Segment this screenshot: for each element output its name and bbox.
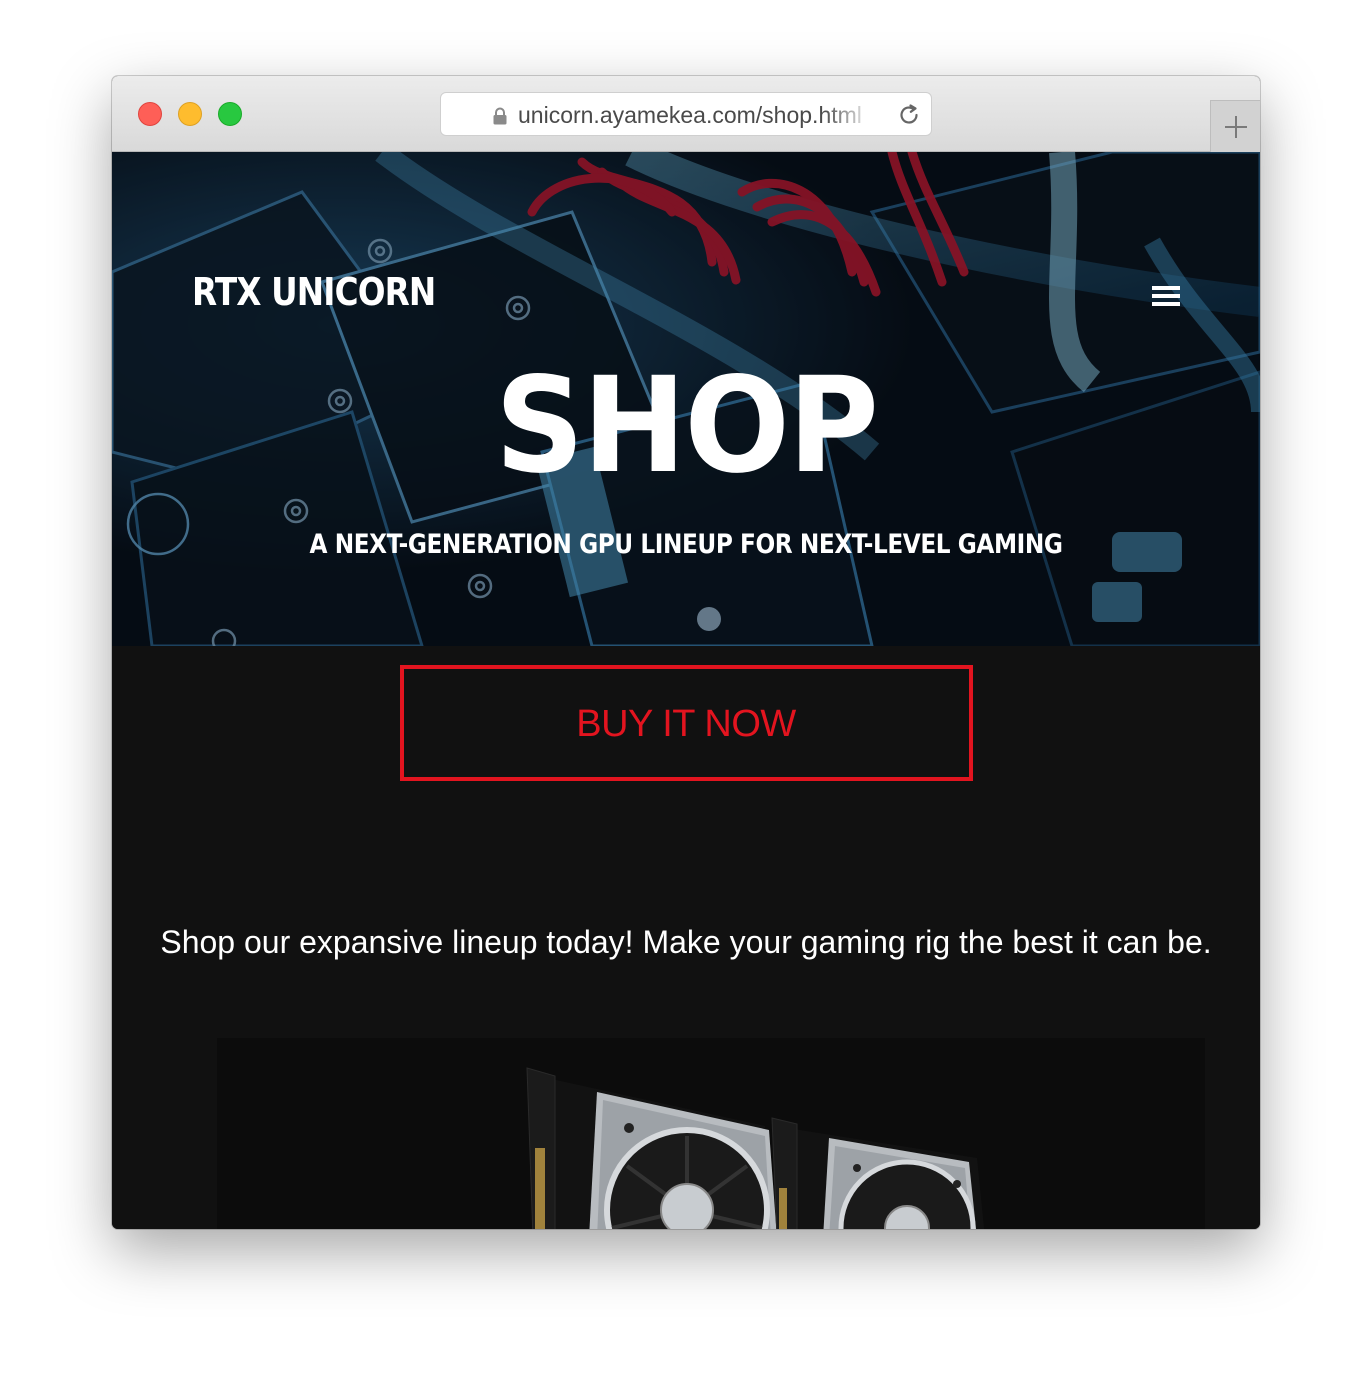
hamburger-menu-icon[interactable]: [1152, 282, 1180, 310]
minimize-window-button[interactable]: [178, 102, 202, 126]
gpu-cards-image: [217, 1038, 1205, 1229]
zoom-window-button[interactable]: [218, 102, 242, 126]
site-logo[interactable]: RTX UNICORN: [192, 270, 436, 314]
buy-it-now-button[interactable]: [400, 665, 973, 781]
lock-icon: [493, 107, 507, 125]
hero-subtitle: A NEXT-GENERATION GPU LINEUP FOR NEXT-LE…: [309, 529, 1063, 560]
page-content: RTX UNICORN SHOP A NEXT-GENERATION GPU L…: [112, 152, 1260, 1229]
hero-section: RTX UNICORN SHOP A NEXT-GENERATION GPU L…: [112, 152, 1260, 646]
browser-window: unicorn.ayamekea.com/shop.html RTX UNICO…: [112, 76, 1260, 1229]
product-image: [217, 1038, 1205, 1229]
browser-titlebar: unicorn.ayamekea.com/shop.html: [112, 76, 1260, 152]
address-bar[interactable]: unicorn.ayamekea.com/shop.html: [440, 92, 932, 136]
intro-text: Shop our expansive lineup today! Make yo…: [160, 924, 1212, 960]
page-title: SHOP: [494, 349, 879, 503]
reload-icon[interactable]: [896, 102, 922, 128]
url-text[interactable]: unicorn.ayamekea.com/shop.html: [518, 102, 873, 128]
plus-icon: [1225, 116, 1247, 138]
close-window-button[interactable]: [138, 102, 162, 126]
new-tab-button[interactable]: [1210, 100, 1260, 152]
